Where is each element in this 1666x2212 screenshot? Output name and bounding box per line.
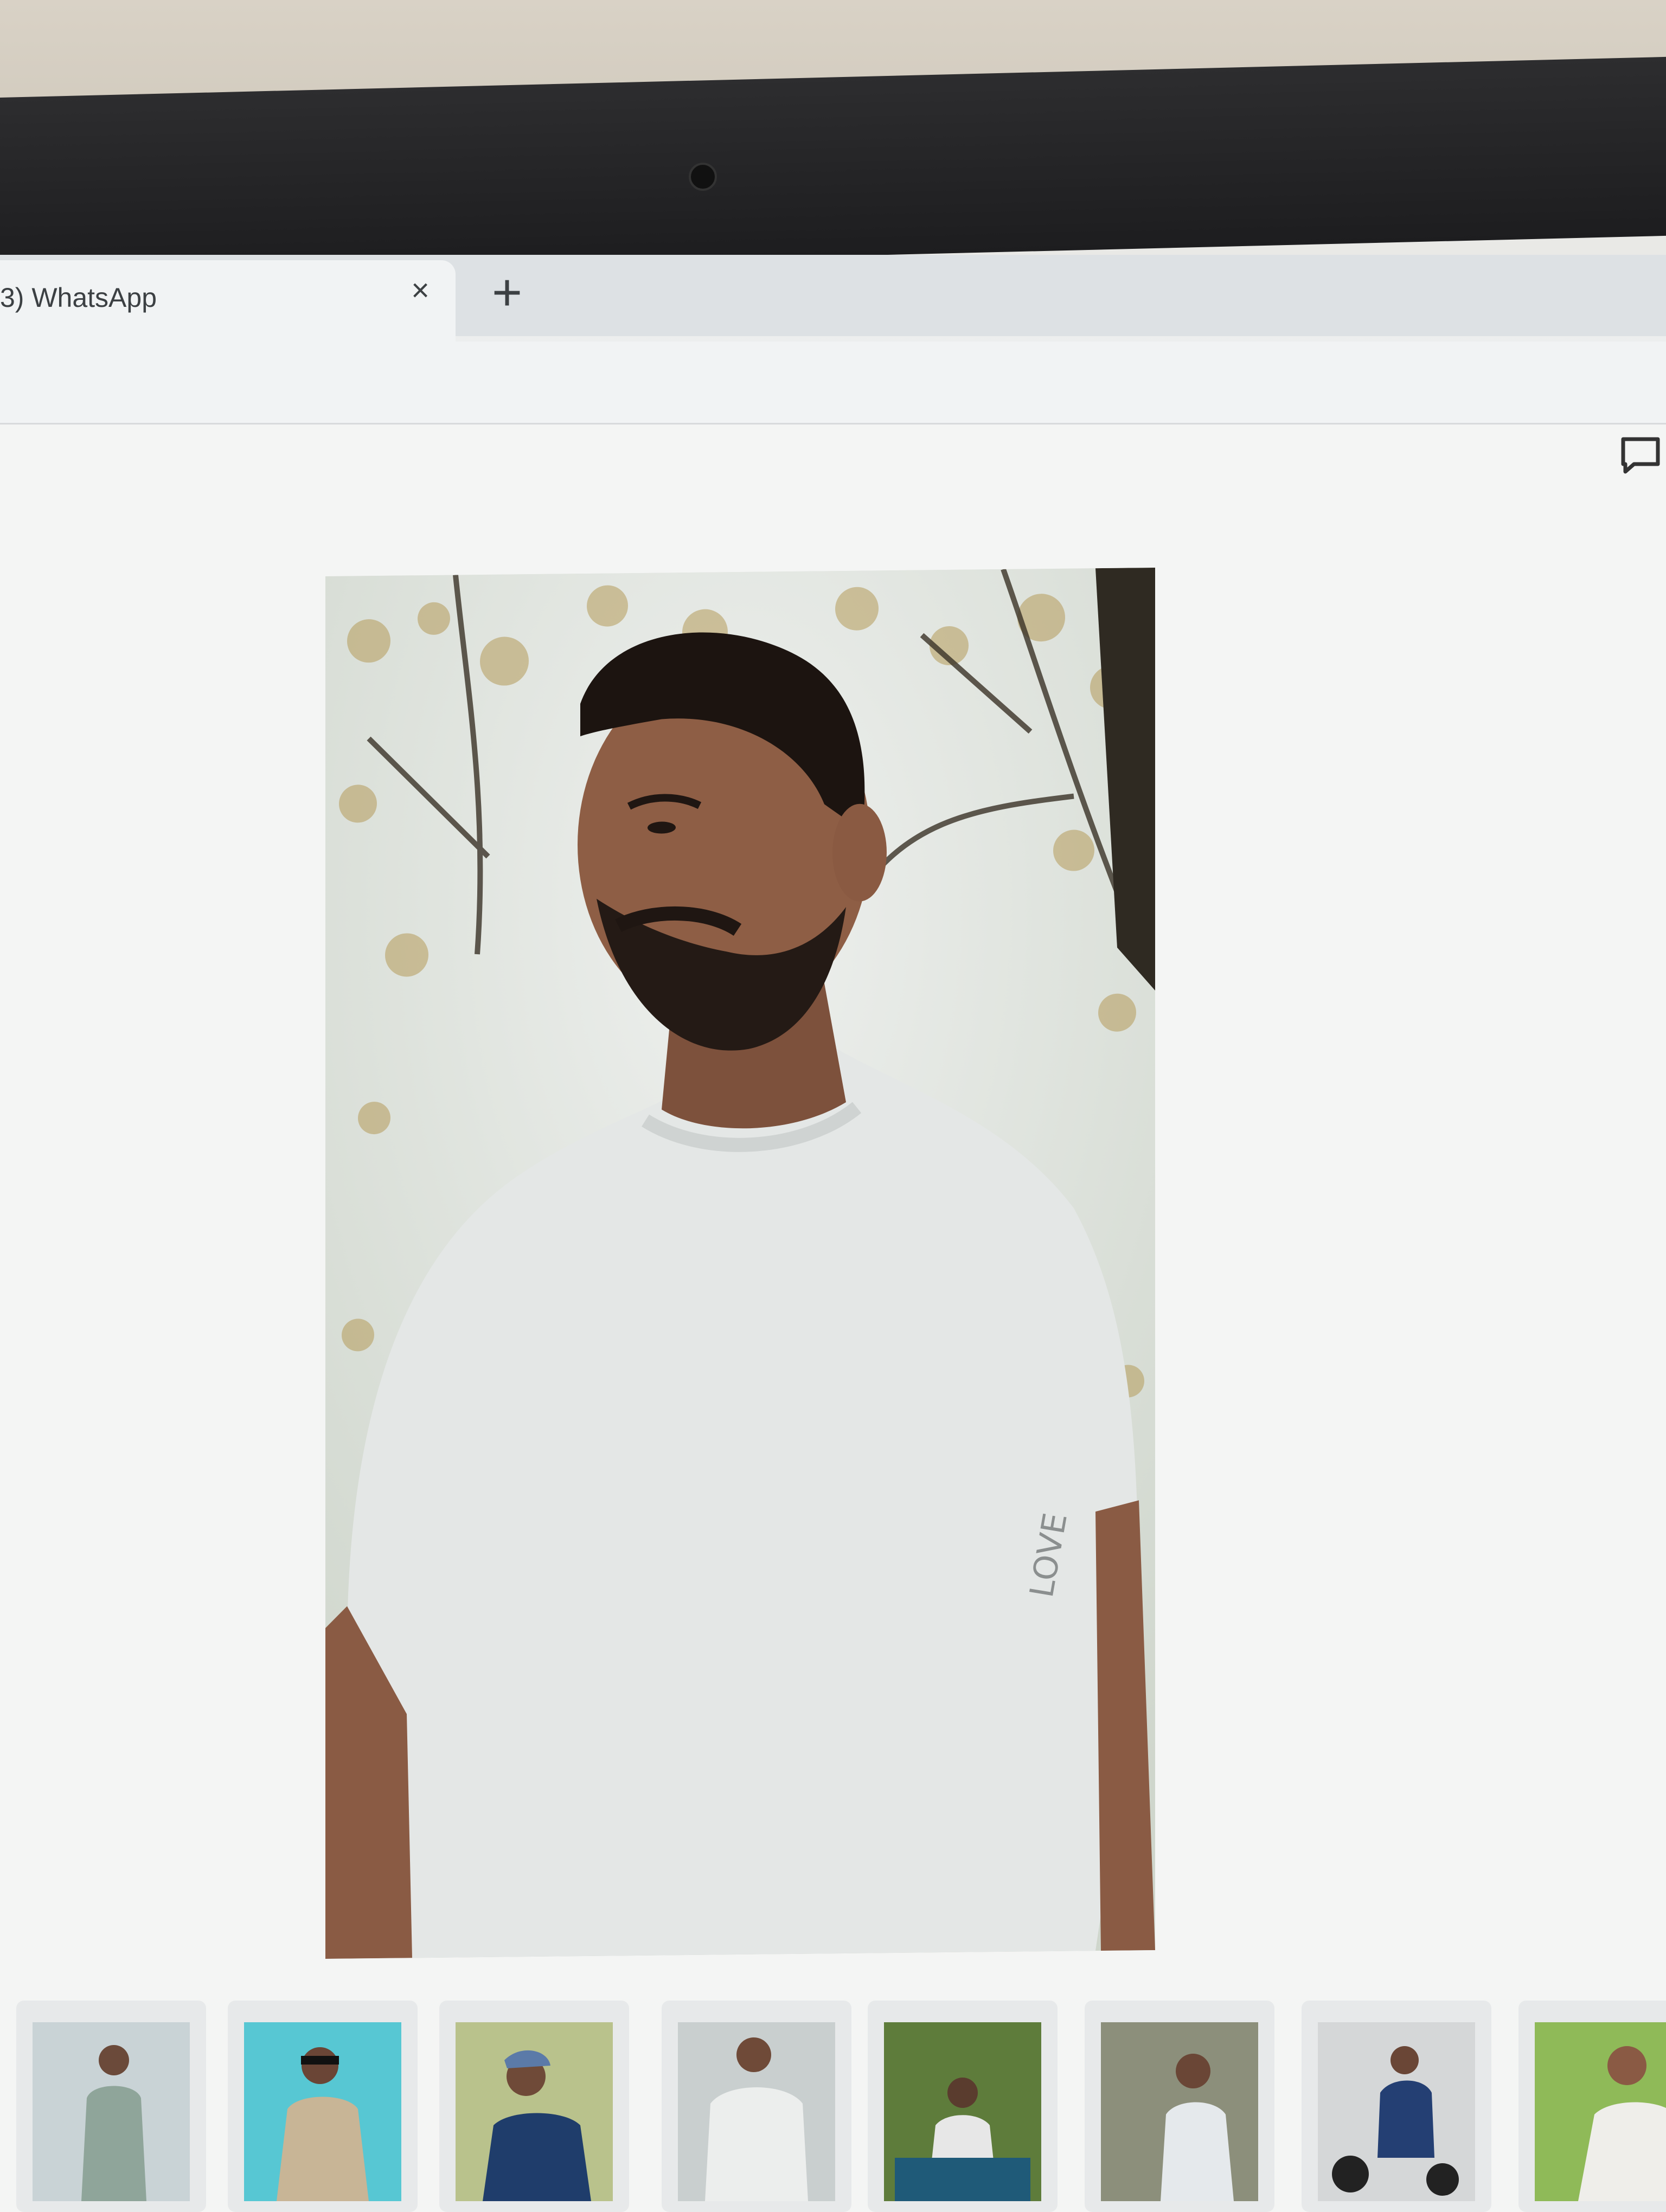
person-photo-icon xyxy=(1535,2022,1666,2201)
tab-whatsapp[interactable]: 3) WhatsApp × xyxy=(0,260,456,342)
thumbnail[interactable] xyxy=(662,2001,851,2212)
main-photo[interactable]: LOVE xyxy=(325,567,1155,1959)
thumbnail-strip xyxy=(0,2001,1666,2212)
person-photo-icon xyxy=(884,2022,1041,2201)
message-square-icon[interactable] xyxy=(1619,434,1662,477)
thumbnail[interactable] xyxy=(228,2001,418,2212)
thumbnail[interactable] xyxy=(16,2001,206,2212)
new-tab-button[interactable]: + xyxy=(483,267,531,319)
close-icon[interactable]: × xyxy=(404,274,437,307)
tab-title: 3) WhatsApp xyxy=(0,282,157,313)
thumbnail[interactable] xyxy=(1302,2001,1491,2212)
webcam-icon xyxy=(689,163,717,191)
person-photo-icon xyxy=(456,2022,613,2201)
thumbnail[interactable] xyxy=(1518,2001,1666,2212)
person-photo-icon xyxy=(244,2022,401,2201)
thumbnail[interactable] xyxy=(1085,2001,1274,2212)
person-photo-icon xyxy=(678,2022,835,2201)
person-photo-icon xyxy=(1101,2022,1258,2201)
person-photo-icon xyxy=(33,2022,190,2201)
person-photo-icon: LOVE xyxy=(325,567,1155,1959)
thumbnail[interactable] xyxy=(439,2001,629,2212)
browser-toolbar xyxy=(0,342,1666,425)
person-photo-icon xyxy=(1318,2022,1475,2201)
thumbnail[interactable] xyxy=(868,2001,1058,2212)
